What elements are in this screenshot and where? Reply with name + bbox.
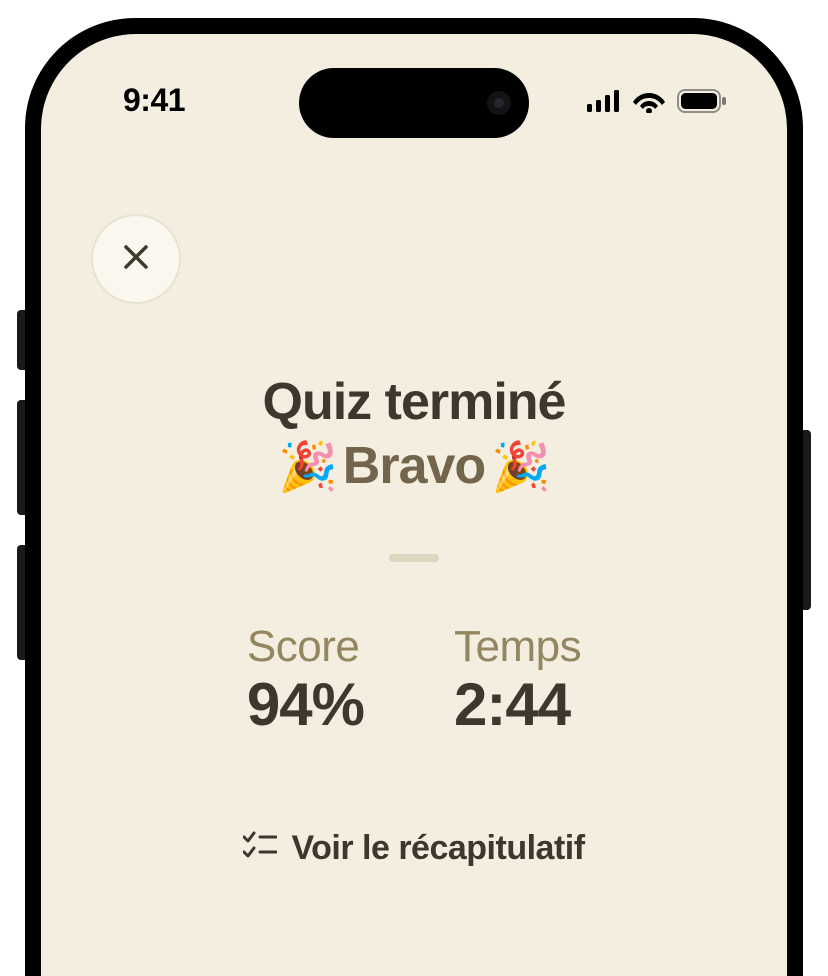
status-time: 9:41 bbox=[101, 82, 185, 119]
phone-frame: 9:41 bbox=[0, 0, 828, 976]
congratulations-subtitle: 🎉 Bravo 🎉 bbox=[81, 436, 747, 496]
score-label: Score bbox=[247, 622, 364, 672]
title-section: Quiz terminé 🎉 Bravo 🎉 bbox=[81, 372, 747, 496]
phone-volume-down-button bbox=[17, 545, 25, 660]
cellular-signal-icon bbox=[587, 90, 621, 112]
bravo-text: Bravo bbox=[343, 436, 485, 496]
phone-power-button bbox=[803, 430, 811, 610]
score-stat: Score 94% bbox=[247, 622, 364, 739]
time-label: Temps bbox=[454, 622, 581, 672]
party-popper-icon: 🎉 bbox=[278, 438, 337, 495]
phone-screen: 9:41 bbox=[41, 34, 787, 976]
recap-label: Voir le récapitulatif bbox=[291, 829, 584, 868]
status-indicators bbox=[587, 89, 727, 113]
time-stat: Temps 2:44 bbox=[454, 622, 581, 739]
phone-side-button bbox=[17, 310, 25, 370]
wifi-icon bbox=[633, 89, 665, 113]
party-popper-icon: 🎉 bbox=[491, 438, 550, 495]
quiz-complete-title: Quiz terminé bbox=[81, 372, 747, 432]
time-value: 2:44 bbox=[454, 670, 581, 739]
close-button[interactable] bbox=[91, 214, 181, 304]
stats-row: Score 94% Temps 2:44 bbox=[81, 622, 747, 739]
score-value: 94% bbox=[247, 670, 364, 739]
phone-volume-up-button bbox=[17, 400, 25, 515]
close-icon bbox=[120, 241, 152, 278]
battery-icon bbox=[677, 89, 727, 113]
app-content: Quiz terminé 🎉 Bravo 🎉 Score 94% Temps bbox=[41, 214, 787, 868]
checklist-icon bbox=[243, 831, 277, 866]
status-bar: 9:41 bbox=[41, 82, 787, 119]
view-recap-button[interactable]: Voir le récapitulatif bbox=[81, 829, 747, 868]
phone-body: 9:41 bbox=[25, 18, 803, 976]
divider bbox=[389, 554, 439, 562]
